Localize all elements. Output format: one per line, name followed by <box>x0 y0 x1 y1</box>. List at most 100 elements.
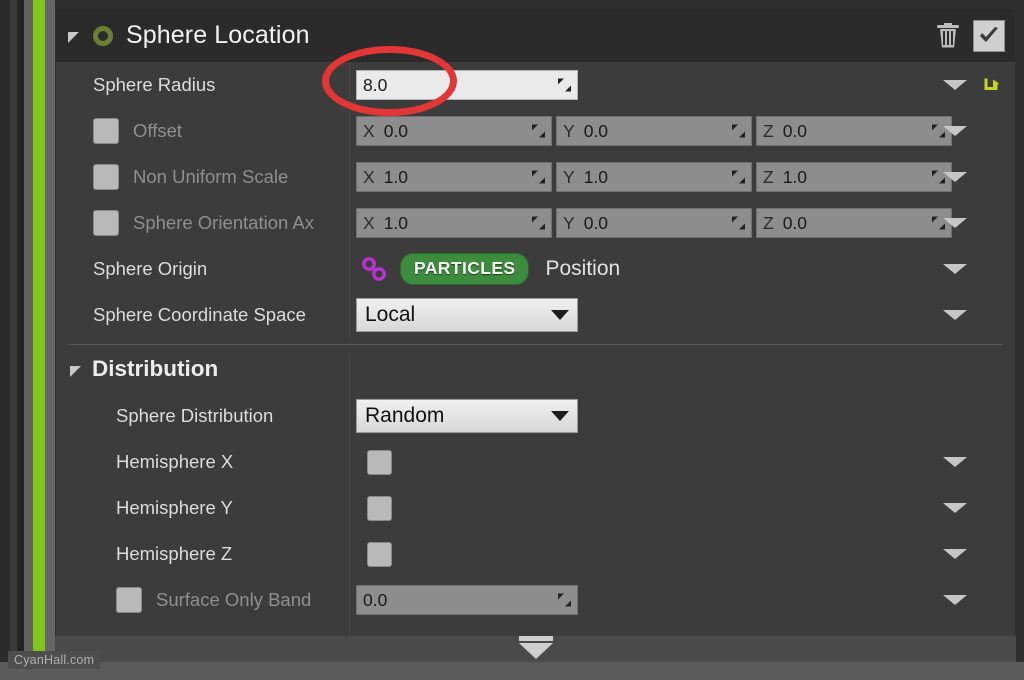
drag-grip-icon[interactable] <box>732 216 745 230</box>
panel-expander-bar[interactable] <box>55 636 1016 662</box>
vector-x-input-offset[interactable]: X 0.0 <box>356 116 552 146</box>
watermark: CyanHall.com <box>8 651 101 669</box>
property-value-cell: 0.0 <box>350 577 1015 623</box>
vector-y-input-non-uniform-scale[interactable]: Y 1.0 <box>556 162 752 192</box>
vector-z-input-sphere-orientation-axis[interactable]: Z 0.0 <box>756 208 952 238</box>
field-value: 0.0 <box>782 212 808 233</box>
sphere-location-panel: Sphere Location Sphere Radius 8.0 Offset X 0… <box>55 8 1016 645</box>
vector-z-input-non-uniform-scale[interactable]: Z 1.0 <box>756 162 952 192</box>
property-label: Sphere Orientation Ax <box>133 212 314 233</box>
field-value: 1.0 <box>583 166 609 187</box>
field-value: 1.0 <box>383 166 409 187</box>
chevron-down-icon[interactable] <box>551 411 569 421</box>
row-expand-chevron-icon[interactable] <box>943 310 967 320</box>
enable-checkbox-surface-only-band[interactable] <box>116 587 142 613</box>
property-label: Non Uniform Scale <box>133 166 289 187</box>
field-value: 0.0 <box>583 212 609 233</box>
window-bottom-strip <box>0 662 1024 680</box>
row-expand-chevron-icon[interactable] <box>943 264 967 274</box>
property-label-cell: Sphere Distribution <box>56 393 350 439</box>
dropdown-selected-value: Random <box>365 404 445 427</box>
axis-label: Z <box>763 212 774 233</box>
property-label-cell: Hemisphere Y <box>56 485 350 531</box>
vector-z-input-offset[interactable]: Z 0.0 <box>756 116 952 146</box>
property-label: Hemisphere Z <box>116 543 233 564</box>
axis-label: X <box>363 166 375 187</box>
enable-checkbox-non-uniform-scale[interactable] <box>93 164 119 190</box>
property-label-cell: Sphere Coordinate Space <box>56 292 350 338</box>
dropdown-sphere-distribution[interactable]: Random <box>356 399 578 433</box>
namespace-badge[interactable]: PARTICLES <box>400 253 530 285</box>
chain-link-icon[interactable] <box>360 256 388 282</box>
property-label: Sphere Radius <box>93 74 216 95</box>
property-label: Sphere Origin <box>93 258 208 279</box>
property-value-cell <box>350 439 1015 485</box>
row-expand-chevron-icon[interactable] <box>943 457 967 467</box>
editor-window: Sphere Location Sphere Radius 8.0 Offset X 0… <box>0 0 1024 680</box>
drag-grip-icon[interactable] <box>558 78 571 92</box>
property-label: Hemisphere Y <box>116 497 233 518</box>
value-checkbox-hemisphere-y[interactable] <box>367 495 392 521</box>
vector-y-input-offset[interactable]: Y 0.0 <box>556 116 752 146</box>
triangle-collapse-icon[interactable] <box>70 365 81 377</box>
vector-x-input-non-uniform-scale[interactable]: X 1.0 <box>356 162 552 192</box>
property-row-hemisphere-y: Hemisphere Y <box>56 485 1015 531</box>
binding-value[interactable]: Position <box>545 257 620 281</box>
property-value-cell <box>350 485 1015 531</box>
distribution-section-header[interactable]: Distribution <box>56 345 1015 393</box>
property-label-cell: Hemisphere Z <box>56 531 350 577</box>
value-checkbox-hemisphere-x[interactable] <box>367 449 392 475</box>
axis-label: Y <box>563 120 575 141</box>
row-expand-chevron-icon[interactable] <box>943 503 967 513</box>
property-row-sphere-origin: Sphere Origin PARTICLES Position <box>56 246 1015 292</box>
property-label-cell: Surface Only Band <box>56 577 350 623</box>
row-expand-chevron-icon[interactable] <box>943 595 967 605</box>
property-label: Sphere Distribution <box>116 405 274 426</box>
row-expand-chevron-icon[interactable] <box>943 126 967 136</box>
axis-label: Z <box>763 120 774 141</box>
property-row-hemisphere-x: Hemisphere X <box>56 439 1015 485</box>
value-checkbox-hemisphere-z[interactable] <box>367 541 392 567</box>
property-value-cell <box>350 531 1015 577</box>
triangle-collapse-icon[interactable] <box>68 32 79 43</box>
module-enabled-checkbox[interactable] <box>973 19 1005 52</box>
panel-header[interactable]: Sphere Location <box>56 9 1015 62</box>
drag-grip-icon[interactable] <box>732 124 745 138</box>
property-row-sphere-radius: Sphere Radius 8.0 <box>56 62 1015 108</box>
field-value: 1.0 <box>782 166 808 187</box>
property-row-sphere-distribution: Sphere Distribution Random <box>56 393 1015 439</box>
number-input-surface-only-band[interactable]: 0.0 <box>356 585 578 615</box>
drag-grip-icon[interactable] <box>732 170 745 184</box>
row-expand-chevron-icon[interactable] <box>943 172 967 182</box>
editor-chrome-strip-4 <box>24 0 33 680</box>
field-value: 0.0 <box>383 120 409 141</box>
row-expand-chevron-icon[interactable] <box>943 549 967 559</box>
field-value: 0.0 <box>583 120 609 141</box>
property-value-cell: Local <box>350 292 1015 338</box>
axis-label: Y <box>563 166 575 187</box>
chevron-down-icon[interactable] <box>551 310 569 320</box>
expand-down-icon[interactable] <box>518 636 553 659</box>
drag-grip-icon[interactable] <box>532 216 545 230</box>
reset-to-default-icon[interactable] <box>982 76 1001 95</box>
enable-checkbox-sphere-orientation-axis[interactable] <box>93 210 119 236</box>
property-label: Offset <box>133 120 183 141</box>
property-value-cell: Random <box>350 393 1015 439</box>
row-expand-chevron-icon[interactable] <box>943 218 967 228</box>
drag-grip-icon[interactable] <box>532 170 545 184</box>
enable-checkbox-offset[interactable] <box>93 118 119 144</box>
property-label: Surface Only Band <box>156 589 312 610</box>
number-input-sphere-radius[interactable]: 8.0 <box>356 70 578 100</box>
vector-x-input-sphere-orientation-axis[interactable]: X 1.0 <box>356 208 552 238</box>
row-expand-chevron-icon[interactable] <box>943 80 967 90</box>
drag-grip-icon[interactable] <box>558 593 571 607</box>
drag-grip-icon[interactable] <box>532 124 545 138</box>
dropdown-sphere-coordinate-space[interactable]: Local <box>356 298 578 332</box>
property-label: Hemisphere X <box>116 451 234 472</box>
trash-icon[interactable] <box>936 22 960 49</box>
property-label-cell: Sphere Radius <box>56 62 350 108</box>
vector-y-input-sphere-orientation-axis[interactable]: Y 0.0 <box>556 208 752 238</box>
property-row-offset: Offset X 0.0 Y 0.0 Z 0.0 <box>56 108 1015 154</box>
property-rows-distribution: Sphere Distribution Random Hemisphere X Hem… <box>56 393 1015 623</box>
dropdown-selected-value: Local <box>365 303 416 326</box>
